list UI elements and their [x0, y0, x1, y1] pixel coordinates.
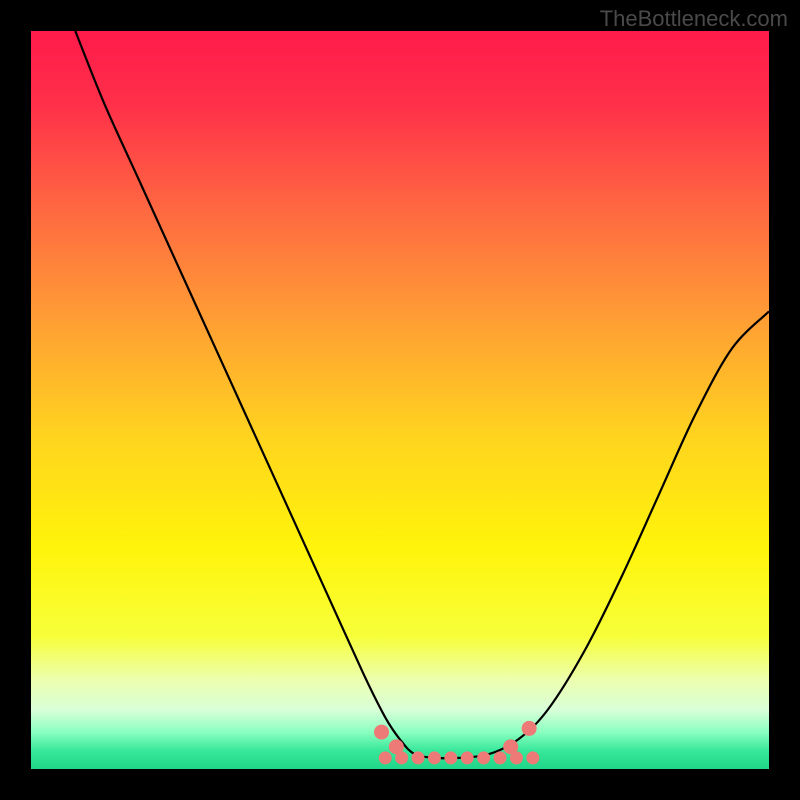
chart-plot-area — [31, 31, 769, 769]
highlight-markers — [374, 721, 539, 765]
watermark-text: TheBottleneck.com — [600, 6, 788, 32]
chart-overlay — [31, 31, 769, 769]
bottleneck-curve — [75, 31, 769, 758]
